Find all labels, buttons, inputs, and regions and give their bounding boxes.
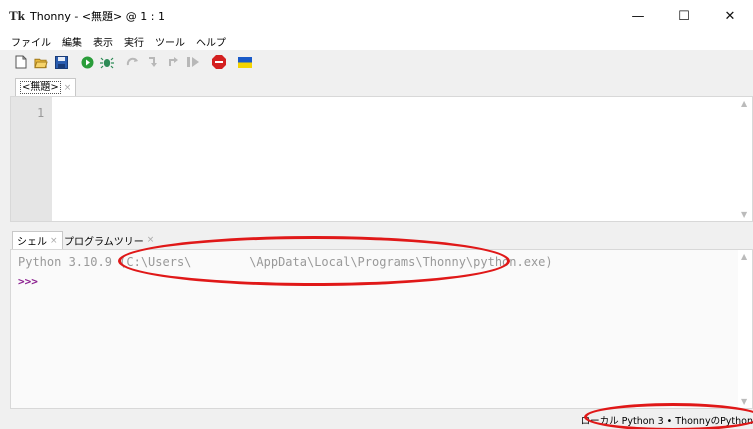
menu-tools[interactable]: ツール bbox=[155, 34, 185, 49]
code-editor[interactable]: 1 ▲ ▼ bbox=[10, 96, 753, 222]
tab-untitled[interactable]: <無題> × bbox=[15, 78, 77, 96]
menu-edit[interactable]: 編集 bbox=[62, 34, 82, 49]
close-button[interactable]: ✕ bbox=[707, 0, 753, 32]
window-controls: — ☐ ✕ bbox=[615, 0, 753, 32]
menu-bar: ファイル 編集 表示 実行 ツール ヘルプ bbox=[0, 32, 753, 50]
debug-icon[interactable] bbox=[100, 55, 114, 69]
step-into-icon[interactable] bbox=[146, 55, 160, 69]
step-over-icon[interactable] bbox=[126, 55, 140, 69]
step-out-icon[interactable] bbox=[166, 55, 180, 69]
scroll-down-icon[interactable]: ▼ bbox=[741, 210, 747, 219]
shell-prompt[interactable]: >>> bbox=[18, 275, 38, 288]
python-shell[interactable]: Python 3.10.9 (C:\Users\ \AppData\Local\… bbox=[10, 249, 753, 409]
redaction-block bbox=[290, 141, 316, 185]
title-bar: Tk Thonny - <無題> @ 1 : 1 — ☐ ✕ bbox=[0, 0, 753, 32]
scroll-up-icon[interactable]: ▲ bbox=[741, 252, 747, 261]
thonny-logo-icon: Tk bbox=[9, 8, 25, 23]
tab-close-icon[interactable]: × bbox=[64, 83, 72, 93]
scroll-down-icon[interactable]: ▼ bbox=[741, 397, 747, 406]
tab-shell-label: シェル bbox=[17, 237, 47, 248]
status-bar: ローカル Python 3 • ThonnyのPython bbox=[0, 409, 753, 429]
maximize-button[interactable]: ☐ bbox=[661, 0, 707, 32]
new-file-icon[interactable] bbox=[14, 55, 28, 69]
menu-run[interactable]: 実行 bbox=[124, 34, 144, 49]
open-folder-icon[interactable] bbox=[34, 55, 48, 69]
shell-scrollbar[interactable]: ▲ ▼ bbox=[738, 250, 752, 408]
tab-program-tree[interactable]: プログラムツリー × bbox=[60, 231, 158, 249]
ukraine-flag-icon[interactable] bbox=[238, 55, 252, 69]
scroll-up-icon[interactable]: ▲ bbox=[741, 99, 747, 108]
tab-close-icon[interactable]: × bbox=[50, 236, 58, 246]
window-title: Thonny - <無題> @ 1 : 1 bbox=[30, 10, 165, 23]
tab-close-icon[interactable]: × bbox=[147, 235, 155, 245]
python-version-banner: Python 3.10.9 (C:\Users\ \AppData\Local\… bbox=[18, 255, 553, 269]
minimize-button[interactable]: — bbox=[615, 0, 661, 32]
menu-help[interactable]: ヘルプ bbox=[196, 34, 226, 49]
redaction-block bbox=[217, 122, 263, 164]
line-number: 1 bbox=[37, 106, 45, 120]
menu-view[interactable]: 表示 bbox=[93, 34, 113, 49]
interpreter-selector[interactable]: ローカル Python 3 • ThonnyのPython bbox=[581, 413, 753, 427]
resume-icon[interactable] bbox=[186, 55, 200, 69]
run-icon[interactable] bbox=[80, 55, 94, 69]
editor-scrollbar[interactable]: ▲ ▼ bbox=[738, 97, 752, 221]
tab-shell[interactable]: シェル × bbox=[12, 231, 63, 249]
line-number-gutter: 1 bbox=[11, 97, 52, 221]
stop-icon[interactable] bbox=[212, 55, 226, 69]
save-icon[interactable] bbox=[54, 55, 68, 69]
editor-tab-bar: <無題> × bbox=[0, 76, 753, 96]
bottom-tab-bar: シェル × プログラムツリー × bbox=[0, 231, 753, 249]
menu-file[interactable]: ファイル bbox=[11, 34, 51, 49]
tab-program-tree-label: プログラムツリー bbox=[64, 236, 144, 248]
tab-label: <無題> bbox=[20, 81, 61, 94]
toolbar bbox=[0, 50, 753, 74]
